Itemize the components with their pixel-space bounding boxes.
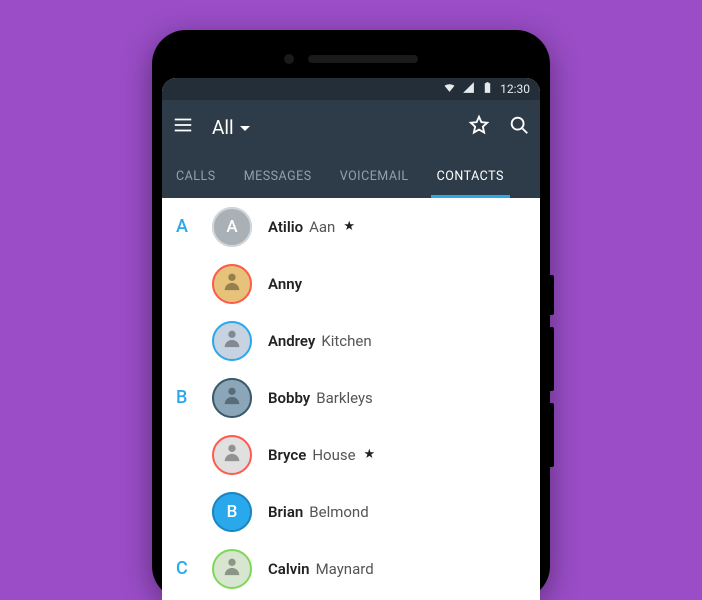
contact-name: Anny — [268, 275, 302, 293]
contact-name: Andrey Kitchen — [268, 332, 372, 350]
contact-name: Atilio Aan★ — [268, 218, 355, 236]
status-bar: 12:30 — [162, 78, 540, 100]
menu-icon[interactable] — [172, 114, 194, 140]
star-icon: ★ — [343, 219, 355, 234]
contacts-list[interactable]: AA Atilio Aan★ Anny Andrey Kitchen B Bobby Ba… — [162, 198, 540, 600]
tab-contacts[interactable]: CONTACTS — [423, 154, 518, 198]
contact-name: Brian Belmond — [268, 503, 369, 521]
contact-row[interactable]: Bryce House★ — [162, 426, 540, 483]
contact-row[interactable]: Andrey Kitchen — [162, 312, 540, 369]
contact-name: Calvin Maynard — [268, 560, 374, 578]
contact-row[interactable]: B Bobby Barkleys — [162, 369, 540, 426]
signal-icon — [462, 81, 475, 97]
section-letter: B — [176, 387, 196, 408]
filter-dropdown[interactable]: All — [212, 116, 250, 139]
battery-icon — [481, 81, 494, 97]
tab-bar: CALLS MESSAGES VOICEMAIL CONTACTS — [162, 154, 540, 198]
tab-messages[interactable]: MESSAGES — [230, 154, 326, 198]
section-letter: A — [176, 216, 196, 237]
chevron-down-icon — [240, 126, 250, 131]
contact-name: Bobby Barkleys — [268, 389, 373, 407]
phone-speaker-row — [162, 40, 540, 78]
avatar — [212, 549, 252, 589]
wifi-icon — [443, 81, 456, 97]
clock-text: 12:30 — [500, 82, 530, 96]
tab-calls[interactable]: CALLS — [162, 154, 230, 198]
filter-label: All — [212, 116, 234, 139]
contact-name: Bryce House★ — [268, 446, 375, 464]
tab-voicemail[interactable]: VOICEMAIL — [326, 154, 423, 198]
phone-frame: 12:30 All CALLS MESSAGES VOICEMAIL CONTA… — [152, 30, 550, 600]
contact-row[interactable]: B Brian Belmond — [162, 483, 540, 540]
avatar: B — [212, 492, 252, 532]
section-letter: C — [176, 558, 196, 579]
contact-row[interactable]: C Calvin Maynard — [162, 540, 540, 597]
avatar — [212, 264, 252, 304]
avatar — [212, 435, 252, 475]
avatar — [212, 321, 252, 361]
contact-row[interactable]: Anny — [162, 255, 540, 312]
star-icon: ★ — [364, 447, 376, 462]
phone-side-buttons — [550, 275, 554, 467]
app-bar: All — [162, 100, 540, 154]
screen: 12:30 All CALLS MESSAGES VOICEMAIL CONTA… — [162, 78, 540, 600]
avatar: A — [212, 207, 252, 247]
contact-row[interactable]: AA Atilio Aan★ — [162, 198, 540, 255]
avatar — [212, 378, 252, 418]
search-button[interactable] — [508, 114, 530, 140]
favorites-button[interactable] — [468, 114, 490, 140]
